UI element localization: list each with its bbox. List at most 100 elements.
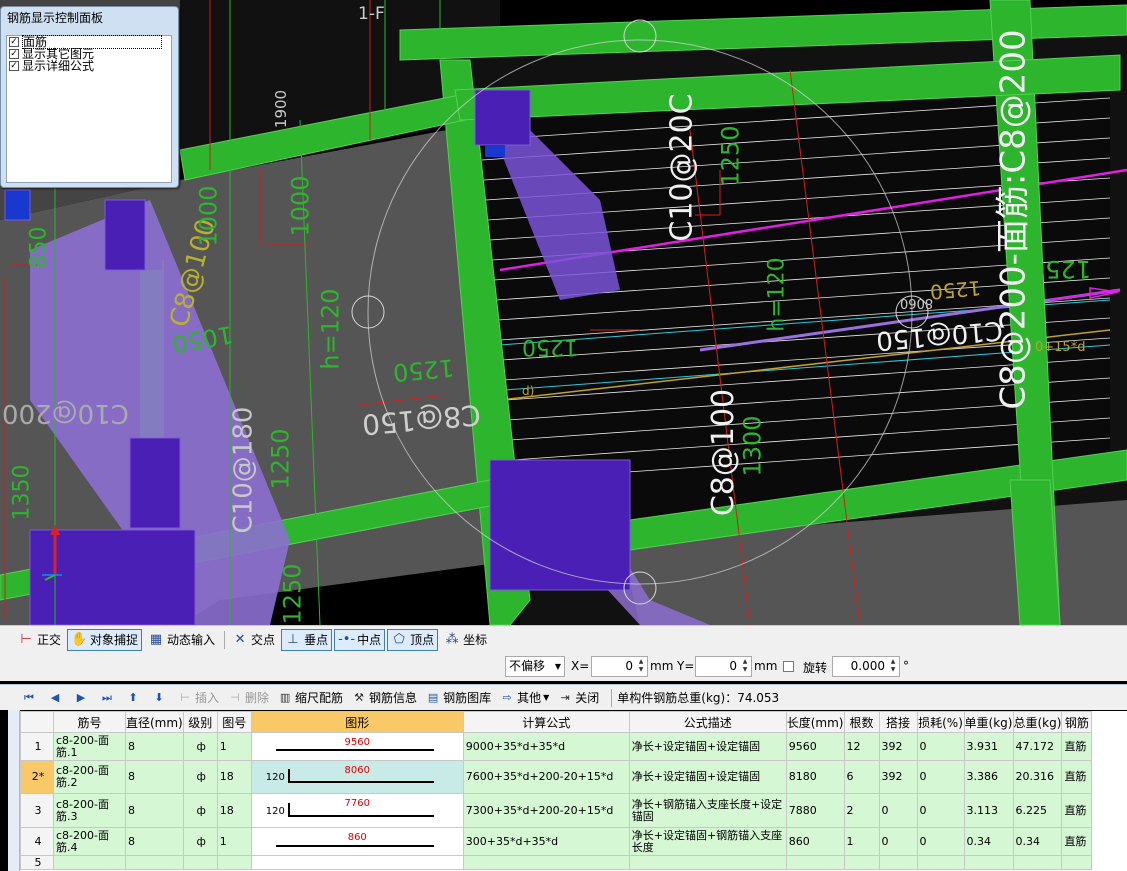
- rebar-library-button[interactable]: ▤ 钢筋图库: [426, 687, 491, 709]
- cell-lap[interactable]: 392: [878, 760, 918, 794]
- cell-count[interactable]: 12: [843, 732, 880, 761]
- cell-count[interactable]: [843, 855, 880, 870]
- cell-description[interactable]: 净长+设定锚固+设定锚固: [628, 760, 787, 794]
- table-row[interactable]: 4 c8-200-面筋.4 8 ф 1 860 300+35*d+35*d 净长…: [20, 827, 1093, 856]
- cell-total-weight[interactable]: 6.225: [1012, 793, 1063, 828]
- cell-description[interactable]: 净长+设定锚固+钢筋锚入支座长度: [628, 827, 787, 856]
- cell-fig-no[interactable]: [216, 855, 252, 870]
- insert-button[interactable]: ⊢ 插入: [178, 687, 219, 709]
- offset-mode-select[interactable]: 不偏移 ▼: [505, 656, 565, 677]
- table-row[interactable]: 2* c8-200-面筋.2 8 ф 18 120 8060 7600+35*d…: [20, 760, 1093, 794]
- header-rebar-type[interactable]: 钢筋: [1061, 711, 1093, 733]
- rebar-info-button[interactable]: ⚒ 钢筋信息: [352, 687, 417, 709]
- header-lap[interactable]: 搭接: [878, 711, 918, 733]
- cell-formula[interactable]: 300+35*d+35*d: [462, 827, 630, 856]
- header-diameter[interactable]: 直径(mm): [125, 711, 184, 733]
- header-formula[interactable]: 计算公式: [462, 711, 630, 733]
- cell-formula[interactable]: 7300+35*d+200-20+15*d: [462, 793, 630, 828]
- y-input[interactable]: 0 ▲ ▼: [695, 656, 752, 677]
- header-fig-no[interactable]: 图号: [216, 711, 252, 733]
- cell-diameter[interactable]: 8: [125, 827, 184, 856]
- cell-fig-no[interactable]: 18: [216, 760, 252, 794]
- cell-shape[interactable]: [250, 855, 464, 870]
- cell-unit-weight[interactable]: 0.34: [963, 827, 1014, 856]
- ortho-button[interactable]: ⊢ 正交: [14, 629, 65, 651]
- cell-bar-no[interactable]: [53, 855, 126, 870]
- cell-total-weight[interactable]: [1012, 855, 1063, 870]
- cell-rebar-type[interactable]: [1061, 855, 1093, 870]
- cell-length[interactable]: 7880: [785, 793, 845, 828]
- cell-fig-no[interactable]: 1: [216, 732, 252, 761]
- cell-rebar-type[interactable]: 直筋: [1061, 760, 1093, 794]
- coordinate-button[interactable]: ⁂ 坐标: [440, 629, 491, 651]
- header-total-weight[interactable]: 总重(kg): [1012, 711, 1063, 733]
- object-snap-button[interactable]: ✋ 对象捕捉: [67, 628, 143, 651]
- cell-formula[interactable]: 7600+35*d+200-20+15*d: [462, 760, 630, 794]
- checkbox-show-detail-formula[interactable]: ✓ 显示详细公式: [7, 60, 171, 72]
- cell-grade[interactable]: [182, 855, 218, 870]
- vertex-button[interactable]: ⬠ 顶点: [387, 628, 439, 651]
- spinner-icon[interactable]: ▲ ▼: [888, 658, 898, 675]
- header-count[interactable]: 根数: [843, 711, 880, 733]
- cell-loss[interactable]: 0: [916, 793, 965, 828]
- perpendicular-button[interactable]: ⊥ 垂点: [281, 628, 333, 651]
- delete-button[interactable]: ⊣ 删除: [228, 687, 269, 709]
- rotate-checkbox[interactable]: [783, 661, 794, 672]
- midpoint-button[interactable]: -•- 中点: [334, 628, 386, 651]
- cell-unit-weight[interactable]: 3.386: [963, 760, 1014, 794]
- cell-fig-no[interactable]: 18: [216, 793, 252, 828]
- cell-description[interactable]: 净长+设定锚固+设定锚固: [628, 732, 787, 761]
- move-down-button[interactable]: ⬇: [152, 687, 169, 709]
- header-loss[interactable]: 损耗(%): [916, 711, 965, 733]
- header-grade[interactable]: 级别: [182, 711, 218, 733]
- intersection-button[interactable]: ✕ 交点: [228, 629, 279, 651]
- cell-loss[interactable]: 0: [916, 732, 965, 761]
- cell-rebar-type[interactable]: 直筋: [1061, 827, 1093, 856]
- header-shape[interactable]: 图形: [250, 711, 464, 733]
- cell-total-weight[interactable]: 20.316: [1012, 760, 1063, 794]
- move-up-button[interactable]: ⬆: [126, 687, 143, 709]
- cell-bar-no[interactable]: c8-200-面筋.4: [53, 827, 126, 856]
- close-button[interactable]: ⇥ 关闭: [558, 687, 600, 709]
- rotate-input[interactable]: 0.000 ▲ ▼: [832, 656, 900, 677]
- cell-lap[interactable]: [878, 855, 918, 870]
- cell-shape[interactable]: 9560: [250, 732, 464, 761]
- table-row[interactable]: 5: [20, 855, 1093, 870]
- cell-rebar-type[interactable]: 直筋: [1061, 793, 1093, 828]
- first-record-button[interactable]: ⏮: [22, 687, 39, 709]
- cell-diameter[interactable]: [125, 855, 184, 870]
- cell-diameter[interactable]: 8: [125, 793, 184, 828]
- other-menu-button[interactable]: ⇨ 其他 ▼: [500, 687, 549, 709]
- cell-lap[interactable]: 0: [878, 793, 918, 828]
- cell-length[interactable]: 9560: [785, 732, 845, 761]
- cell-count[interactable]: 6: [843, 760, 880, 794]
- cell-lap[interactable]: 392: [878, 732, 918, 761]
- last-record-button[interactable]: ⏭: [100, 687, 117, 709]
- cell-diameter[interactable]: 8: [125, 760, 184, 794]
- header-description[interactable]: 公式描述: [628, 711, 787, 733]
- cell-loss[interactable]: 0: [916, 760, 965, 794]
- cell-shape[interactable]: 120 8060: [250, 760, 464, 794]
- header-length[interactable]: 长度(mm): [785, 711, 845, 733]
- cell-description[interactable]: 净长+钢筋锚入支座长度+设定锚固: [628, 793, 787, 828]
- cell-formula[interactable]: 9000+35*d+35*d: [462, 732, 630, 761]
- cell-loss[interactable]: 0: [916, 827, 965, 856]
- cell-diameter[interactable]: 8: [125, 732, 184, 761]
- cell-loss[interactable]: [916, 855, 965, 870]
- cell-shape[interactable]: 860: [250, 827, 464, 856]
- header-unit-weight[interactable]: 单重(kg): [963, 711, 1014, 733]
- cell-description[interactable]: [628, 855, 787, 870]
- table-row[interactable]: 3 c8-200-面筋.3 8 ф 18 120 7760 7300+35*d+…: [20, 793, 1093, 828]
- x-input[interactable]: 0 ▲ ▼: [591, 656, 648, 677]
- rebar-display-panel[interactable]: 钢筋显示控制面板 ✓ 面筋 ✓ 显示其它图元 ✓ 显示详细公式: [0, 6, 179, 188]
- cell-total-weight[interactable]: 47.172: [1012, 732, 1063, 761]
- cell-total-weight[interactable]: 0.34: [1012, 827, 1063, 856]
- cell-rebar-type[interactable]: 直筋: [1061, 732, 1093, 761]
- prev-record-button[interactable]: ◀: [48, 687, 65, 709]
- next-record-button[interactable]: ▶: [74, 687, 91, 709]
- cell-unit-weight[interactable]: 3.113: [963, 793, 1014, 828]
- cell-lap[interactable]: 0: [878, 827, 918, 856]
- cell-length[interactable]: 8180: [785, 760, 845, 794]
- cell-bar-no[interactable]: c8-200-面筋.1: [53, 732, 126, 761]
- cell-count[interactable]: 1: [843, 827, 880, 856]
